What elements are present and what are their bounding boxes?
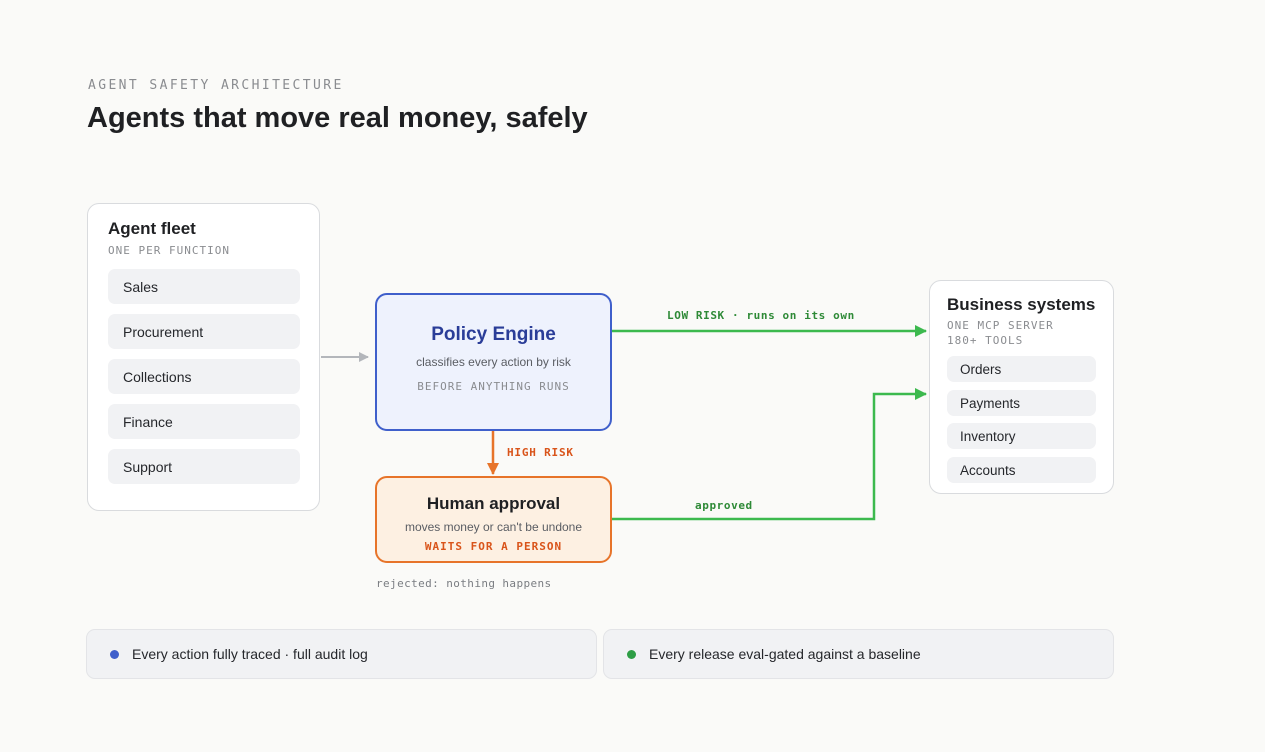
business-systems-panel: Business systems ONE MCP SERVER 180+ TOO… [929, 280, 1114, 494]
green-status-dot-icon [627, 649, 636, 659]
approved-label: approved [695, 499, 753, 512]
blue-status-dot-icon [110, 649, 119, 659]
agent-fleet-subtitle: ONE PER FUNCTION [108, 244, 230, 257]
human-approval-note: WAITS FOR A PERSON [424, 540, 563, 553]
system-item-accounts: Accounts [947, 457, 1096, 483]
rejected-note: rejected: nothing happens [376, 577, 552, 590]
high-risk-label: HIGH RISK [507, 446, 574, 459]
human-approval-title: Human approval [426, 494, 561, 513]
footer-eval-text: Every release eval-gated against a basel… [649, 646, 921, 662]
policy-engine-description: classifies every action by risk [416, 355, 571, 369]
business-systems-subtitle: ONE MCP SERVER [947, 319, 1054, 332]
agent-item-finance: Finance [108, 404, 300, 439]
agent-fleet-panel: Agent fleet ONE PER FUNCTION Sales Procu… [87, 203, 320, 511]
business-systems-tool-count: 180+ TOOLS [947, 334, 1024, 347]
footer-eval-card: Every release eval-gated against a basel… [603, 629, 1114, 679]
low-risk-label: LOW RISK · runs on its own [667, 309, 855, 322]
system-item-payments: Payments [947, 390, 1096, 416]
system-item-orders: Orders [947, 356, 1096, 382]
policy-engine-title: Policy Engine [431, 324, 556, 345]
policy-engine-node: Policy Engine classifies every action by… [375, 293, 612, 431]
human-approval-description: moves money or can't be undone [404, 520, 583, 534]
agent-item-procurement: Procurement [108, 314, 300, 349]
approved-arrow [612, 388, 927, 521]
agent-item-collections: Collections [108, 359, 300, 394]
agent-item-support: Support [108, 449, 300, 484]
footer-audit-text: Every action fully traced · full audit l… [132, 646, 368, 662]
policy-engine-note: BEFORE ANYTHING RUNS [417, 380, 570, 393]
human-approval-node: Human approval moves money or can't be u… [375, 476, 612, 563]
footer-audit-card: Every action fully traced · full audit l… [86, 629, 597, 679]
business-systems-title: Business systems [947, 295, 1096, 314]
agent-fleet-title: Agent fleet [108, 219, 196, 238]
system-item-inventory: Inventory [947, 423, 1096, 449]
agent-item-sales: Sales [108, 269, 300, 304]
